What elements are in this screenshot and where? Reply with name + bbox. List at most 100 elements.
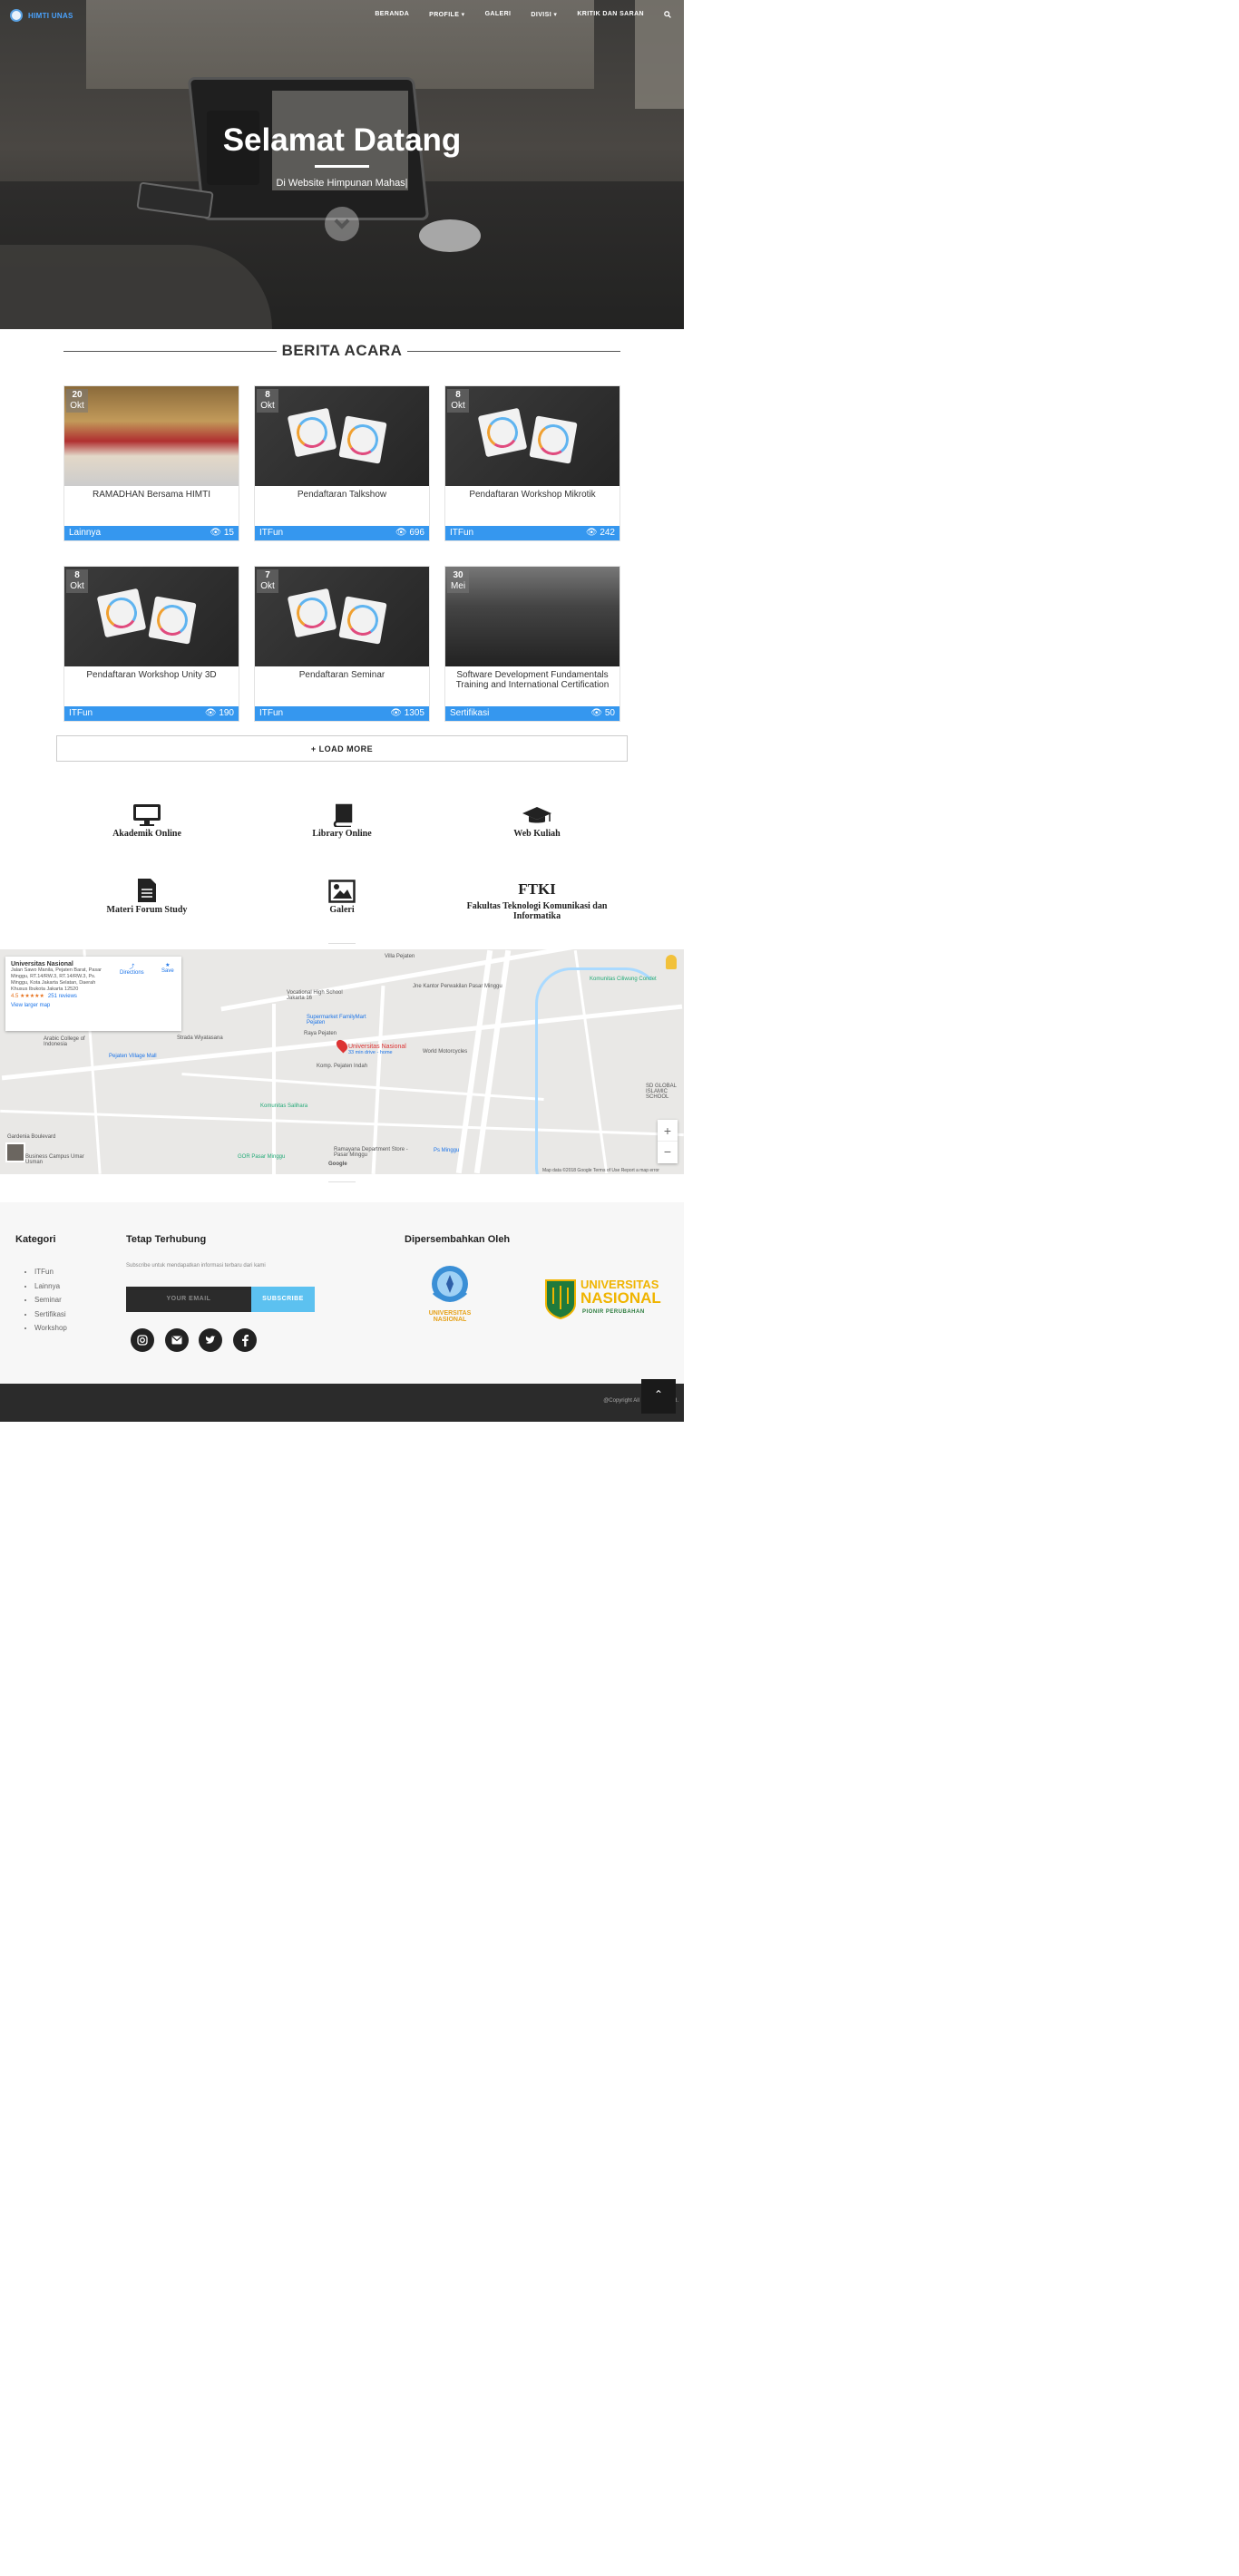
unas-pionir-logo[interactable]: UNIVERSITAS NASIONAL PIONIR PERUBAHAN [544, 1277, 661, 1322]
date-badge: 8 Okt [257, 389, 278, 413]
news-category[interactable]: ITFun [69, 708, 93, 719]
service-akademik-online[interactable]: Akademik Online [56, 800, 238, 839]
nav-kritik-saran[interactable]: KRITIK DAN SARAN [577, 11, 644, 18]
kategori-item[interactable]: Sertifikasi [34, 1307, 67, 1322]
view-count: 👁 50 [590, 708, 615, 719]
nav-profile[interactable]: PROFILE ▾ [429, 11, 464, 18]
hero-banner: HIMTI UNAS BERANDA PROFILE ▾ GALERI DIVI… [0, 0, 684, 329]
monitor-icon [133, 804, 161, 826]
unas-shield-icon [545, 1279, 576, 1320]
pin-title: Universitas Nasional [348, 1044, 406, 1050]
berita-heading: BERITA ACARA [281, 342, 403, 359]
news-title[interactable]: Pendaftaran Talkshow [259, 490, 425, 500]
service-library-online[interactable]: Library Online [251, 800, 433, 839]
news-category[interactable]: ITFun [450, 528, 473, 539]
directions-button[interactable]: ⤴ Directions [120, 962, 144, 976]
news-title[interactable]: RAMADHAN Bersama HIMTI [68, 490, 235, 500]
kategori-item[interactable]: Lainnya [34, 1279, 67, 1294]
place-name: Universitas Nasional [11, 961, 73, 967]
news-category[interactable]: Sertifikasi [450, 708, 489, 719]
news-card[interactable]: 8 Okt Pendaftaran Workshop Unity 3D ITFun… [63, 566, 239, 722]
document-icon [138, 879, 156, 902]
kategori-list: ITFun Lainnya Seminar Sertifikasi Worksh… [34, 1265, 67, 1336]
news-card[interactable]: 7 Okt Pendaftaran Seminar ITFun 👁 1305 [254, 566, 430, 722]
news-image[interactable] [445, 567, 620, 666]
map-label: Vocational High School Jakarta 16 [287, 990, 343, 1001]
news-title[interactable]: Software Development Fundamentals Traini… [449, 670, 616, 690]
copyright-bar: @Copyright All rights reserved. [0, 1384, 684, 1422]
zoom-out-button[interactable]: − [658, 1142, 678, 1163]
river-ciliwung [535, 967, 662, 1174]
email-input[interactable]: YOUR EMAIL [126, 1287, 251, 1312]
kategori-item[interactable]: Seminar [34, 1293, 67, 1307]
pegman-icon[interactable] [666, 955, 677, 969]
himti-logo-icon [10, 9, 23, 22]
news-category[interactable]: Lainnya [69, 528, 101, 539]
map-label: Komunitas Ciliwung Condet [590, 977, 657, 982]
scroll-down-button[interactable] [325, 207, 359, 241]
load-more-button[interactable]: + LOAD MORE [56, 735, 628, 762]
eye-icon: 👁 [590, 708, 605, 718]
service-label: Library Online [312, 829, 372, 839]
news-card[interactable]: 20 Okt RAMADHAN Bersama HIMTI Lainnya 👁 15 [63, 385, 239, 541]
view-larger-map-link[interactable]: View larger map [11, 1003, 176, 1008]
news-footer: Sertifikasi 👁 50 [445, 706, 620, 721]
news-title[interactable]: Pendaftaran Workshop Mikrotik [449, 490, 616, 500]
itfun-sticker [287, 407, 337, 458]
reviews-link[interactable]: 251 reviews [48, 994, 77, 999]
view-count: 👁 15 [210, 528, 234, 539]
news-footer: ITFun 👁 190 [64, 706, 239, 721]
news-category[interactable]: ITFun [259, 708, 283, 719]
nav-divisi[interactable]: DIVISI ▾ [531, 11, 557, 18]
date-month: Okt [260, 401, 275, 411]
map-thumbnail[interactable] [5, 1142, 25, 1162]
news-image[interactable] [64, 386, 239, 486]
logo2-title: UNIVERSITAS NASIONAL [580, 1278, 661, 1306]
google-map[interactable]: Universitas Nasional Jalan Sawo Manila, … [0, 949, 684, 1174]
service-galeri[interactable]: Galeri [251, 876, 433, 915]
service-materi-forum[interactable]: Materi Forum Study [56, 876, 238, 915]
news-image[interactable] [255, 567, 429, 666]
heading-line-right [407, 350, 620, 352]
ftki-heading: FTKI [518, 880, 556, 898]
service-web-kuliah[interactable]: Web Kuliah [446, 800, 628, 839]
date-day: 8 [455, 390, 461, 400]
nav-beranda[interactable]: BERANDA [375, 11, 409, 18]
search-icon[interactable] [664, 11, 671, 18]
news-card[interactable]: 30 Mei Software Development Fundamentals … [444, 566, 620, 722]
map-road [272, 1004, 276, 1174]
save-place-button[interactable]: ★ Save [161, 962, 174, 974]
subscribe-button[interactable]: SUBSCRIBE [251, 1287, 315, 1312]
map-attribution[interactable]: Map data ©2018 Google Terms of Use Repor… [542, 1168, 659, 1173]
eye-icon: 👁 [390, 708, 405, 718]
date-badge: 7 Okt [257, 569, 278, 593]
news-title[interactable]: Pendaftaran Workshop Unity 3D [68, 670, 235, 680]
service-label: Materi Forum Study [106, 905, 188, 915]
news-category[interactable]: ITFun [259, 528, 283, 539]
zoom-in-button[interactable]: + [658, 1120, 678, 1142]
universitas-nasional-logo[interactable]: UNIVERSITAS NASIONAL [413, 1262, 487, 1326]
news-image[interactable] [255, 386, 429, 486]
service-ftki[interactable]: FTKI Fakultas Teknologi Komunikasi dan I… [446, 876, 628, 921]
itfun-sticker [96, 588, 147, 638]
date-month: Okt [70, 581, 84, 591]
directions-icon: ⤴ [129, 965, 135, 970]
twitter-icon[interactable] [199, 1328, 222, 1352]
instagram-icon[interactable] [131, 1328, 154, 1352]
double-chevron-up-icon: ⌃ [653, 1388, 664, 1401]
email-icon[interactable] [165, 1328, 189, 1352]
news-card[interactable]: 8 Okt Pendaftaran Talkshow ITFun 👁 696 [254, 385, 430, 541]
kategori-item[interactable]: ITFun [34, 1265, 67, 1279]
date-badge: 8 Okt [66, 569, 88, 593]
nav-galeri[interactable]: GALERI [485, 11, 512, 18]
news-card[interactable]: 8 Okt Pendaftaran Workshop Mikrotik ITFun… [444, 385, 620, 541]
news-image[interactable] [445, 386, 620, 486]
brand-logo[interactable]: HIMTI UNAS [10, 9, 73, 22]
news-image[interactable] [64, 567, 239, 666]
news-title[interactable]: Pendaftaran Seminar [259, 670, 425, 680]
kategori-item[interactable]: Workshop [34, 1321, 67, 1336]
back-to-top-button[interactable]: ⌃ [641, 1379, 676, 1414]
facebook-icon[interactable] [233, 1328, 257, 1352]
eye-icon: 👁 [210, 528, 224, 538]
news-footer: ITFun 👁 1305 [255, 706, 429, 721]
